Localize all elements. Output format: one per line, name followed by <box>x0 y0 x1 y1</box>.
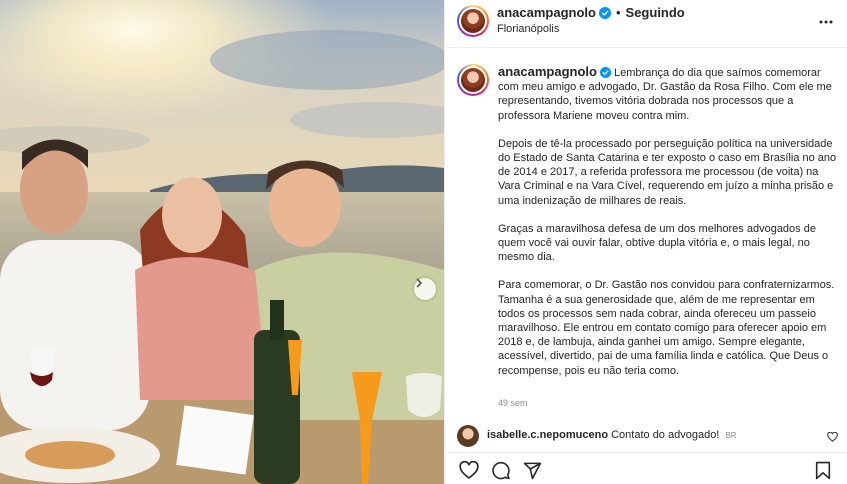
post-timestamp[interactable]: 49 sem <box>498 398 528 408</box>
comment-text: Contato do advogado! <box>611 429 720 441</box>
post-photo[interactable] <box>0 0 444 484</box>
caption-section: anacampagnolo Lembrança do dia que saímo… <box>445 58 847 418</box>
comment-region-badge: BR <box>725 431 737 440</box>
post-panel: anacampagnolo • Seguindo Florianópolis ana… <box>444 0 847 484</box>
more-options-icon[interactable] <box>818 14 834 30</box>
caption-paragraph-4: Para comemorar, o Dr. Gastão nos convido… <box>498 279 835 377</box>
comment-like-heart-icon[interactable] <box>827 432 838 442</box>
photo-scene <box>0 0 444 484</box>
heart-icon[interactable] <box>459 461 479 480</box>
bookmark-icon[interactable] <box>815 461 831 480</box>
caption-author-avatar[interactable] <box>457 64 489 96</box>
post-header: anacampagnolo • Seguindo Florianópolis <box>445 0 847 48</box>
action-bar <box>445 452 847 484</box>
caption-author-username[interactable]: anacampagnolo <box>498 64 597 79</box>
comment-text-line: isabelle.c.nepomuceno Contato do advogad… <box>487 429 737 441</box>
caption-paragraph-1: anacampagnolo Lembrança do dia que saímo… <box>498 64 838 123</box>
caption-text: anacampagnolo Lembrança do dia que saímo… <box>498 64 838 392</box>
verified-badge-icon <box>598 7 611 19</box>
post-location[interactable]: Florianópolis <box>497 23 559 35</box>
send-icon[interactable] <box>523 461 542 480</box>
author-username[interactable]: anacampagnolo <box>497 5 596 20</box>
caption-paragraph-2: Depois de tê-la processado por perseguiç… <box>498 137 837 207</box>
caption-paragraph-3: Graças a maravilhosa defesa de um dos me… <box>498 222 816 264</box>
commenter-avatar[interactable] <box>457 425 479 447</box>
author-avatar[interactable] <box>457 5 489 37</box>
comment-item: isabelle.c.nepomuceno Contato do advogad… <box>445 420 847 452</box>
verified-badge-icon <box>599 67 611 78</box>
header-line: anacampagnolo • Seguindo <box>497 5 685 20</box>
following-button[interactable]: Seguindo <box>626 5 685 20</box>
next-photo-button[interactable] <box>414 278 436 300</box>
chevron-right-icon <box>416 278 423 288</box>
commenter-username[interactable]: isabelle.c.nepomuceno <box>487 429 608 441</box>
comment-icon[interactable] <box>491 461 511 480</box>
separator-dot: • <box>615 5 621 20</box>
